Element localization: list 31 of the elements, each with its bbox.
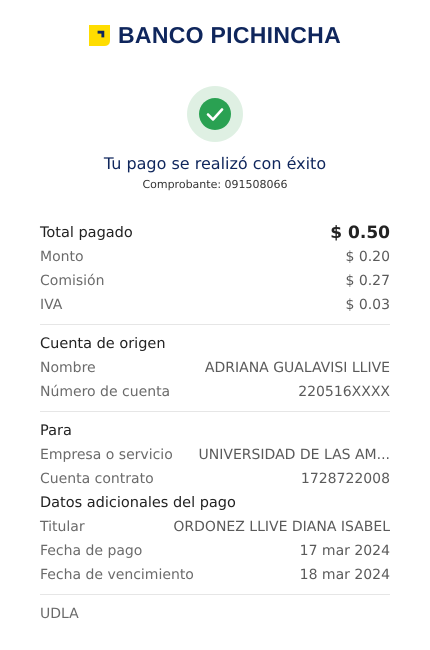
detail-value: 1728722008 [300, 471, 390, 487]
detail-label: Fecha de vencimiento [40, 567, 194, 583]
detail-label: Titular [40, 519, 85, 535]
receipt-number: Comprobante: 091508066 [141, 178, 289, 191]
detail-label: Empresa o servicio [40, 447, 173, 463]
total-label: Total pagado [40, 225, 133, 241]
detail-label: Comisión [40, 273, 104, 289]
detail-value: UNIVERSIDAD DE LAS AM... [198, 447, 390, 463]
total-amount: $ 0.50 [330, 223, 390, 243]
detail-label: Cuenta contrato [40, 471, 154, 487]
logo-icon [89, 25, 110, 46]
detail-value: 18 mar 2024 [300, 567, 390, 583]
success-check-icon [187, 86, 243, 142]
section-heading: Cuenta de origen [40, 336, 166, 352]
status-title: Tu pago se realizó con éxito [102, 154, 328, 173]
note-text: UDLA [40, 606, 79, 622]
detail-label: IVA [40, 297, 62, 313]
detail-value: ADRIANA GUALAVISI LLIVE [204, 360, 390, 376]
detail-label: Monto [40, 249, 84, 265]
detail-value: $ 0.03 [345, 297, 390, 313]
section-heading: Para [40, 423, 72, 439]
brand-name: BANCO PICHINCHA [118, 22, 341, 49]
detail-value: $ 0.27 [345, 273, 390, 289]
section-heading: Datos adicionales del pago [40, 495, 236, 511]
detail-label: Número de cuenta [40, 384, 170, 400]
detail-label: Fecha de pago [40, 543, 142, 559]
detail-value: ORDONEZ LLIVE DIANA ISABEL [173, 519, 390, 535]
detail-value: $ 0.20 [345, 249, 390, 265]
detail-value: 220516XXXX [298, 384, 390, 400]
detail-label: Nombre [40, 360, 96, 376]
detail-value: 17 mar 2024 [300, 543, 390, 559]
